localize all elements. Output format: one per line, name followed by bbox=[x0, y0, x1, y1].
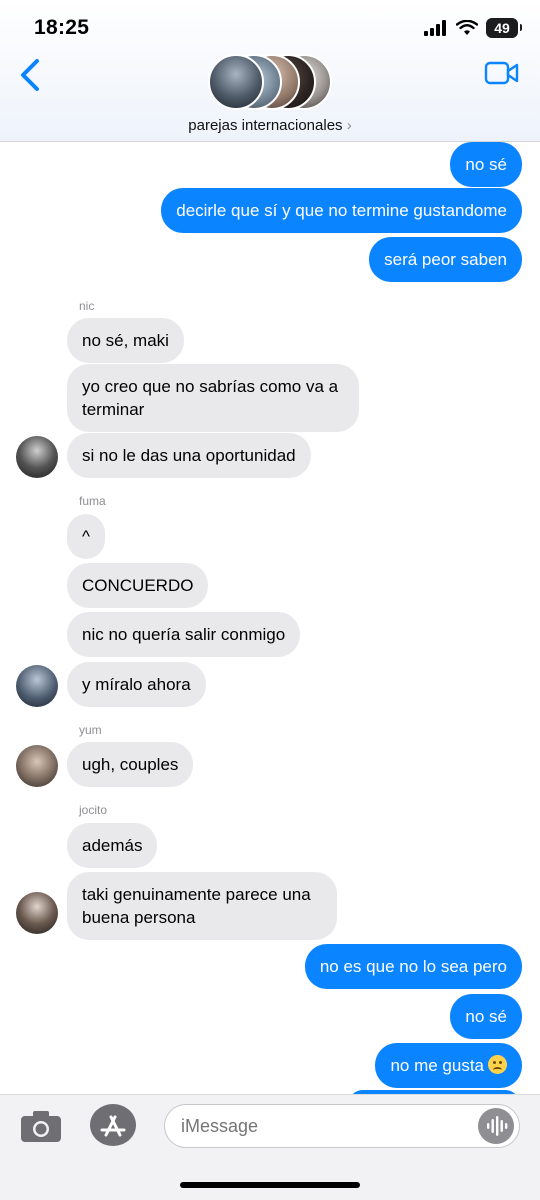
group-name-label: parejas internacionales bbox=[188, 117, 343, 134]
status-time: 18:25 bbox=[34, 16, 90, 39]
message-bubble-incoming[interactable]: yo creo que no sabrías como va a termina… bbox=[67, 364, 359, 432]
dictation-button[interactable] bbox=[478, 1108, 514, 1144]
message-bubble-incoming[interactable]: si no le das una oportunidad bbox=[67, 433, 311, 478]
message-bubble-outgoing[interactable]: decirle que sí y que no termine gustando… bbox=[161, 188, 522, 233]
group-avatar-1 bbox=[208, 54, 264, 110]
message-input[interactable] bbox=[164, 1104, 520, 1148]
sender-avatar[interactable] bbox=[16, 892, 58, 934]
message-bubble-incoming[interactable]: nic no quería salir conmigo bbox=[67, 612, 301, 657]
message-bubble-incoming[interactable]: CONCUERDO bbox=[67, 563, 209, 608]
sender-avatar[interactable] bbox=[16, 745, 58, 787]
camera-icon[interactable] bbox=[20, 1109, 62, 1143]
message-bubble-outgoing[interactable]: no sé bbox=[450, 142, 522, 187]
sender-name: nic bbox=[79, 299, 95, 313]
waveform-icon bbox=[487, 1116, 508, 1136]
message-bubble-outgoing[interactable]: será peor saben bbox=[369, 237, 522, 282]
sender-avatar[interactable] bbox=[16, 665, 58, 707]
message-bubble-outgoing[interactable]: no sé bbox=[450, 994, 522, 1039]
sender-name: jocito bbox=[79, 803, 108, 817]
signal-icon bbox=[424, 20, 446, 36]
wifi-icon bbox=[456, 20, 478, 35]
home-indicator[interactable] bbox=[180, 1182, 360, 1188]
battery-indicator: 49 bbox=[486, 18, 522, 38]
app-store-icon bbox=[100, 1115, 126, 1137]
status-indicators: 49 bbox=[424, 18, 522, 38]
video-camera-icon[interactable] bbox=[484, 60, 520, 86]
message-bubble-outgoing[interactable]: no es que no lo sea pero bbox=[304, 944, 522, 989]
message-bubble-incoming[interactable]: y míralo ahora bbox=[67, 662, 206, 707]
message-text: no me gusta bbox=[390, 1056, 484, 1075]
chevron-left-icon[interactable] bbox=[18, 58, 44, 92]
message-bubble-incoming[interactable]: además bbox=[67, 823, 158, 868]
message-bubble-incoming[interactable]: ^ bbox=[67, 514, 105, 559]
group-name[interactable]: parejas internacionales › bbox=[0, 117, 540, 134]
message-bubble-incoming[interactable]: taki genuinamente parece una buena perso… bbox=[67, 872, 337, 940]
group-avatars[interactable] bbox=[208, 54, 332, 110]
chevron-right-icon: › bbox=[346, 117, 352, 134]
sender-name: fuma bbox=[79, 494, 106, 508]
message-bubble-incoming[interactable]: no sé, maki bbox=[67, 318, 184, 363]
sender-name: yum bbox=[79, 723, 102, 737]
frowning-face-icon bbox=[488, 1055, 507, 1074]
message-bubble-outgoing[interactable]: no me gusta bbox=[375, 1043, 522, 1088]
app-store-button[interactable] bbox=[90, 1104, 136, 1146]
message-bubble-incoming[interactable]: ugh, couples bbox=[67, 742, 194, 787]
message-list[interactable]: no sé decirle que sí y que no termine gu… bbox=[0, 142, 540, 1094]
chat-header: 18:25 49 parejas internacionales › bbox=[0, 0, 540, 142]
sender-avatar[interactable] bbox=[16, 436, 58, 478]
